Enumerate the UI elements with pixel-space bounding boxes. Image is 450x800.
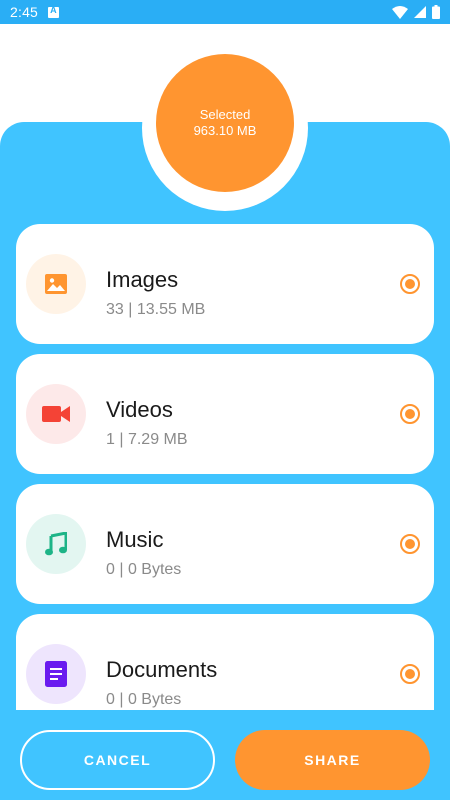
category-title: Videos xyxy=(106,397,173,422)
category-card-music[interactable]: Music 0 | 0 Bytes xyxy=(16,484,434,604)
category-title: Documents xyxy=(106,657,218,682)
images-icon-badge xyxy=(26,254,86,314)
radio-selected-dot xyxy=(405,669,415,679)
notification-icon xyxy=(48,5,60,18)
battery-icon xyxy=(432,5,440,19)
selected-label: Selected xyxy=(199,107,251,122)
category-card-videos[interactable]: Videos 1 | 7.29 MB xyxy=(16,354,434,474)
status-bar: 2:45 xyxy=(0,0,450,24)
selected-size: 963.10 MB xyxy=(193,123,257,138)
wifi-icon xyxy=(392,5,408,19)
select-radio[interactable] xyxy=(400,404,420,424)
select-radio[interactable] xyxy=(400,664,420,684)
radio-selected-dot xyxy=(405,279,415,289)
music-icon-badge xyxy=(26,514,86,574)
category-subtitle: 0 | 0 Bytes xyxy=(106,691,182,708)
document-icon xyxy=(45,661,67,687)
select-radio[interactable] xyxy=(400,274,420,294)
category-card-documents[interactable]: Documents 0 | 0 Bytes xyxy=(16,614,434,710)
video-camera-icon xyxy=(42,406,70,422)
category-subtitle: 0 | 0 Bytes xyxy=(106,561,182,578)
status-time: 2:45 xyxy=(10,4,39,20)
radio-selected-dot xyxy=(405,409,415,419)
category-subtitle: 33 | 13.55 MB xyxy=(106,301,206,318)
radio-selected-dot xyxy=(405,539,415,549)
share-button[interactable]: SHARE xyxy=(235,730,430,790)
status-icons xyxy=(392,5,440,19)
image-icon xyxy=(45,274,67,294)
category-card-images[interactable]: Images 33 | 13.55 MB xyxy=(16,224,434,344)
videos-icon-badge xyxy=(26,384,86,444)
documents-icon-badge xyxy=(26,644,86,704)
category-title: Images xyxy=(106,267,179,292)
select-radio[interactable] xyxy=(400,534,420,554)
cell-signal-icon xyxy=(414,6,426,18)
category-subtitle: 1 | 7.29 MB xyxy=(106,431,188,448)
cancel-button[interactable]: CANCEL xyxy=(20,730,215,790)
selected-summary: Selected 963.10 MB xyxy=(156,54,294,192)
music-note-icon xyxy=(45,532,67,556)
category-title: Music xyxy=(106,527,164,552)
category-list[interactable]: Images 33 | 13.55 MB Videos 1 | 7.29 MB … xyxy=(0,222,450,710)
